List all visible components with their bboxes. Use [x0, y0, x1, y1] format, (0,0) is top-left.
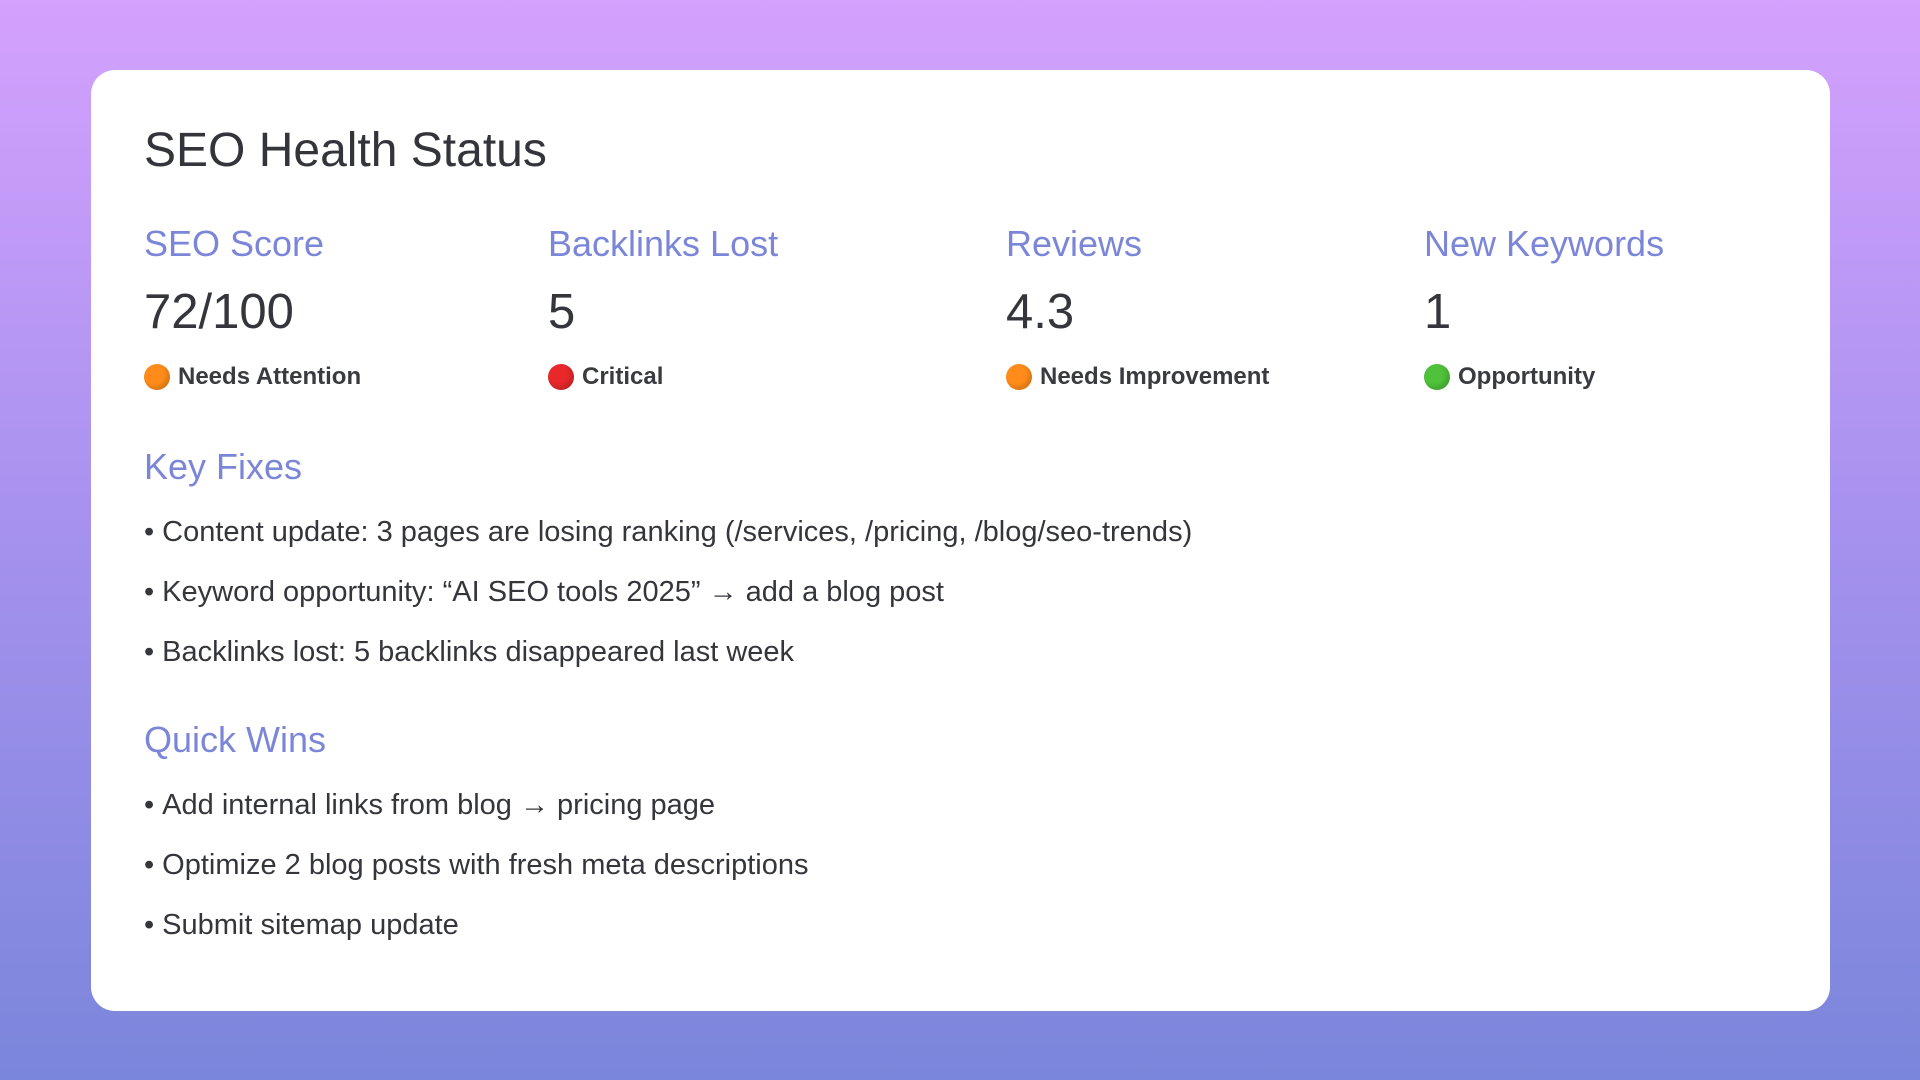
list-item: • Content update: 3 pages are losing rank… [144, 518, 1192, 578]
seo-health-card: SEO Health Status SEO Score 72/100 Needs… [91, 70, 1830, 1011]
bullet: • [144, 516, 155, 548]
list-item: • Backlinks lost: 5 backlinks disappeared… [144, 638, 1192, 698]
metric-value: 5 [548, 285, 576, 339]
list-item: • Submit sitemap update [144, 911, 809, 971]
list-item-text: Submit sitemap update [162, 909, 459, 941]
metric-label: SEO Score [144, 223, 325, 264]
orange-circle-icon [1006, 364, 1032, 390]
status-text: Opportunity [1458, 363, 1596, 390]
metric-value: 1 [1424, 285, 1452, 339]
list-item: • Add internal links from blog → pricing … [144, 791, 809, 851]
bullet: • [144, 576, 155, 608]
metric-value: 4.3 [1006, 285, 1075, 339]
metric-reviews: Reviews 4.3 Needs Improvement [1006, 226, 1269, 391]
status-badge: Needs Attention [144, 363, 361, 391]
green-circle-icon [1424, 364, 1450, 390]
list-item-text: Content update: 3 pages are losing ranki… [162, 516, 1193, 548]
key-fixes-list: • Content update: 3 pages are losing rank… [144, 518, 1192, 698]
bullet: • [144, 636, 155, 668]
list-item-text: Add internal links from blog → pricing p… [162, 789, 716, 821]
status-text: Needs Improvement [1040, 363, 1270, 390]
status-badge: Critical [548, 363, 778, 391]
status-text: Critical [582, 363, 664, 390]
metric-label: Reviews [1006, 223, 1143, 264]
metrics-row: SEO Score 72/100 Needs Attention Backlin… [144, 226, 1777, 396]
list-item-text: Keyword opportunity: “AI SEO tools 2025”… [162, 576, 944, 608]
metric-backlinks-lost: Backlinks Lost 5 Critical [548, 226, 778, 391]
status-text: Needs Attention [178, 363, 362, 390]
metric-value: 72/100 [144, 285, 294, 339]
metric-label: New Keywords [1424, 223, 1665, 264]
metric-label: Backlinks Lost [548, 223, 779, 264]
bullet: • [144, 909, 155, 941]
quick-wins-list: • Add internal links from blog → pricing … [144, 791, 809, 971]
card-title: SEO Health Status [144, 124, 547, 177]
list-item-text: Backlinks lost: 5 backlinks disappeared … [162, 636, 795, 668]
metric-new-keywords: New Keywords 1 Opportunity [1424, 226, 1664, 391]
status-badge: Opportunity [1424, 363, 1664, 391]
red-circle-icon [548, 364, 574, 390]
list-item-text: Optimize 2 blog posts with fresh meta de… [162, 849, 809, 881]
list-item: • Keyword opportunity: “AI SEO tools 2025… [144, 578, 1192, 638]
bullet: • [144, 789, 155, 821]
quick-wins-heading: Quick Wins [144, 719, 327, 760]
orange-circle-icon [144, 364, 170, 390]
bullet: • [144, 849, 155, 881]
metric-seo-score: SEO Score 72/100 Needs Attention [144, 226, 361, 391]
key-fixes-heading: Key Fixes [144, 446, 303, 487]
status-badge: Needs Improvement [1006, 363, 1269, 391]
list-item: • Optimize 2 blog posts with fresh meta d… [144, 851, 809, 911]
